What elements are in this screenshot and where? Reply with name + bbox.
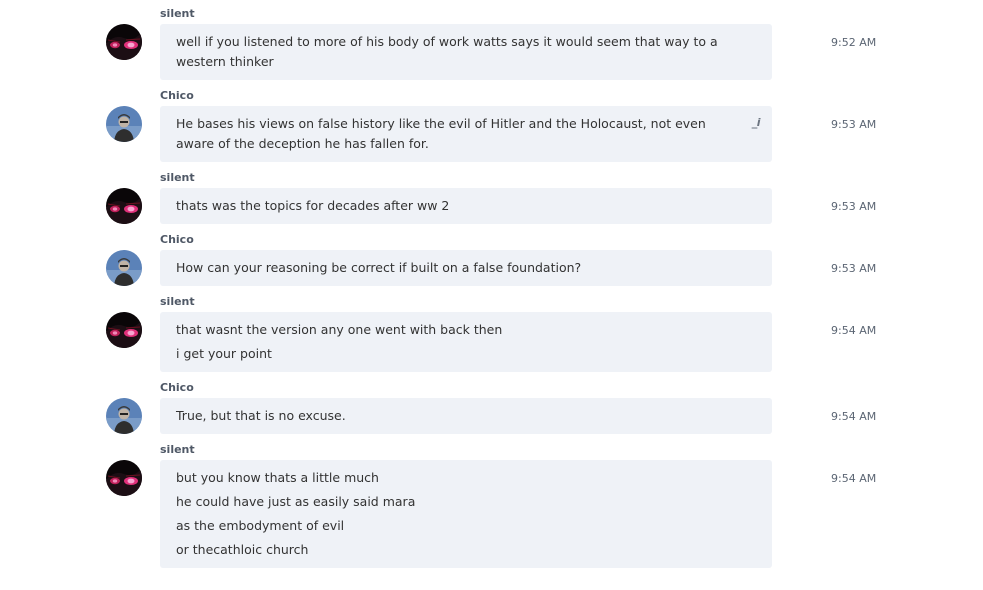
silent-avatar-icon[interactable] <box>106 188 142 224</box>
message-timestamp: 9:53 AM <box>831 200 877 213</box>
message-text: that wasnt the version any one went with… <box>176 322 503 337</box>
silent-avatar-icon[interactable] <box>106 312 142 348</box>
message-text: i get your point <box>176 346 272 361</box>
sender-name[interactable]: Chico <box>160 381 194 395</box>
message-bubble[interactable]: He bases his views on false history like… <box>160 106 772 162</box>
silent-avatar-icon[interactable] <box>106 460 142 496</box>
chico-avatar-icon[interactable] <box>106 250 142 286</box>
message-timestamp: 9:53 AM <box>831 118 877 131</box>
message-bubble[interactable]: True, but that is no excuse. <box>160 398 772 434</box>
message-text: he could have just as easily said mara <box>176 494 416 509</box>
chico-avatar-icon[interactable] <box>106 398 142 434</box>
message-text: well if you listened to more of his body… <box>176 34 718 69</box>
chico-avatar-icon[interactable] <box>106 106 142 142</box>
message-timestamp: 9:54 AM <box>831 472 877 485</box>
sender-name[interactable]: Chico <box>160 89 194 103</box>
message-bubble[interactable]: thats was the topics for decades after w… <box>160 188 772 224</box>
message-timestamp: 9:52 AM <box>831 36 877 49</box>
sender-name[interactable]: silent <box>160 443 195 457</box>
message-text: How can your reasoning be correct if bui… <box>176 260 582 275</box>
message-text: thats was the topics for decades after w… <box>176 198 450 213</box>
message-text: True, but that is no excuse. <box>176 408 346 423</box>
sender-name[interactable]: silent <box>160 7 195 21</box>
message-timestamp: 9:53 AM <box>831 262 877 275</box>
sender-name[interactable]: Chico <box>160 233 194 247</box>
chat-message-list: silent well if you listened to more of h… <box>0 0 983 590</box>
message-bubble[interactable]: but you know thats a little much he coul… <box>160 460 772 568</box>
message-timestamp: 9:54 AM <box>831 324 877 337</box>
message-bubble[interactable]: that wasnt the version any one went with… <box>160 312 772 372</box>
message-text: but you know thats a little much <box>176 470 379 485</box>
sender-name[interactable]: silent <box>160 295 195 309</box>
message-text: He bases his views on false history like… <box>176 116 706 151</box>
message-timestamp: 9:54 AM <box>831 410 877 423</box>
message-text: as the embodyment of evil <box>176 518 345 533</box>
message-text: or thecathloic church <box>176 542 309 557</box>
edit-italic-icon[interactable]: _i <box>752 116 761 129</box>
sender-name[interactable]: silent <box>160 171 195 185</box>
silent-avatar-icon[interactable] <box>106 24 142 60</box>
message-bubble[interactable]: well if you listened to more of his body… <box>160 24 772 80</box>
message-bubble[interactable]: How can your reasoning be correct if bui… <box>160 250 772 286</box>
